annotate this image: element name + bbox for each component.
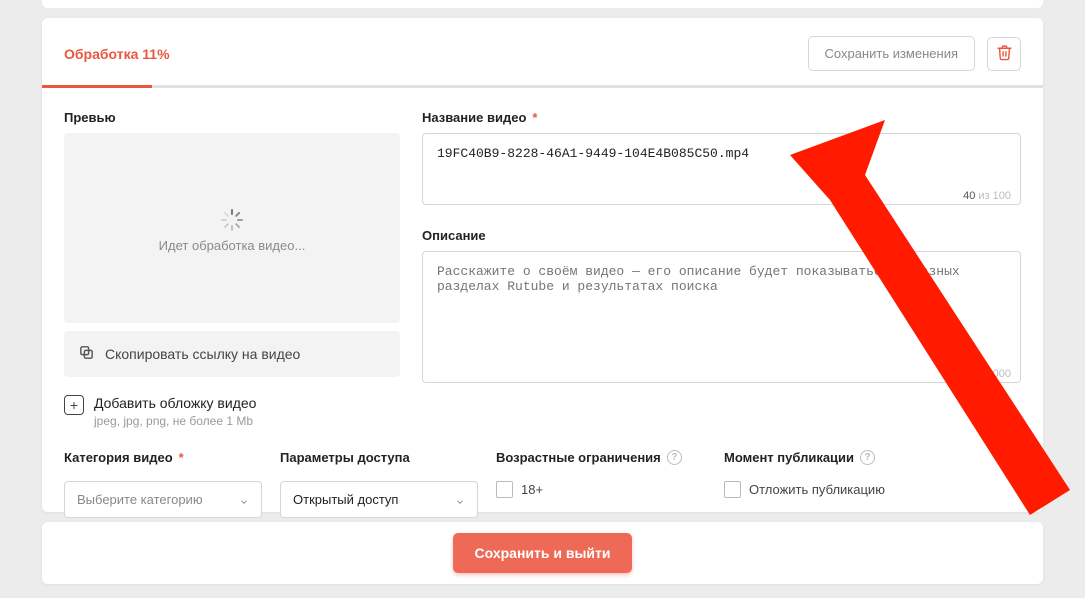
title-count-sep: из — [975, 190, 992, 202]
age-checkbox-row[interactable]: 18+ — [496, 481, 706, 498]
description-input[interactable] — [422, 251, 1021, 383]
copy-link-button[interactable]: Скопировать ссылку на видео — [64, 331, 400, 377]
preview-box: Идет обработка видео... — [64, 133, 400, 323]
category-select[interactable]: Выберите категорию — [64, 481, 262, 518]
desc-count-max: 5000 — [987, 368, 1011, 380]
age-label-text: Возрастные ограничения — [496, 450, 661, 465]
help-icon[interactable]: ? — [667, 450, 682, 465]
title-count-max: 100 — [993, 190, 1011, 202]
publish-label-text: Момент публикации — [724, 450, 854, 465]
content: Превью Идет обработка видео... — [42, 88, 1043, 450]
copy-icon — [78, 344, 95, 364]
access-select[interactable]: Открытый доступ — [280, 481, 478, 518]
category-placeholder: Выберите категорию — [77, 492, 203, 507]
save-changes-button[interactable]: Сохранить изменения — [808, 36, 976, 71]
category-label: Категория видео * — [64, 450, 262, 465]
required-asterisk: * — [532, 110, 537, 125]
plus-icon: + — [64, 395, 84, 415]
header-actions: Сохранить изменения — [808, 36, 1022, 71]
header-row: Обработка 11% Сохранить изменения — [42, 18, 1043, 85]
add-cover-label: Добавить обложку видео — [94, 395, 256, 411]
checkbox-icon — [496, 481, 513, 498]
title-count-current: 40 — [963, 190, 975, 202]
age-block: Возрастные ограничения ? 18+ — [496, 450, 706, 498]
age-label: Возрастные ограничения ? — [496, 450, 706, 465]
access-label: Параметры доступа — [280, 450, 478, 465]
chevron-down-icon — [239, 495, 249, 505]
publish-checkbox-label: Отложить публикацию — [749, 482, 885, 497]
title-counter: 40 из 100 — [963, 190, 1011, 202]
copy-link-label: Скопировать ссылку на видео — [105, 346, 300, 362]
category-label-text: Категория видео — [64, 450, 173, 465]
add-cover-hint: jpeg, jpg, png, не более 1 Mb — [94, 414, 256, 428]
publish-checkbox-row[interactable]: Отложить публикацию — [724, 481, 1021, 498]
title-label: Название видео * — [422, 110, 1021, 125]
desc-field-wrap: 0 из 5000 — [422, 251, 1021, 388]
preview-label: Превью — [64, 110, 400, 125]
access-value: Открытый доступ — [293, 492, 398, 507]
spinner-icon — [221, 204, 243, 226]
age-checkbox-label: 18+ — [521, 482, 543, 497]
save-and-exit-button[interactable]: Сохранить и выйти — [453, 533, 633, 573]
access-block: Параметры доступа Открытый доступ — [280, 450, 478, 518]
add-cover-row[interactable]: + Добавить обложку видео jpeg, jpg, png,… — [64, 395, 400, 428]
title-label-text: Название видео — [422, 110, 526, 125]
publish-label: Момент публикации ? — [724, 450, 1021, 465]
desc-counter: 0 из 5000 — [963, 368, 1011, 380]
footer-card: Сохранить и выйти — [42, 522, 1043, 584]
required-asterisk: * — [179, 450, 184, 465]
chevron-down-icon — [455, 495, 465, 505]
left-column: Превью Идет обработка видео... — [64, 110, 400, 428]
title-input[interactable] — [422, 133, 1021, 205]
card-edge-top — [42, 0, 1043, 8]
main-card: Обработка 11% Сохранить изменения Превью — [42, 18, 1043, 512]
publish-block: Момент публикации ? Отложить публикацию — [724, 450, 1021, 498]
progress-fill — [42, 85, 152, 88]
title-field-wrap: 40 из 100 — [422, 133, 1021, 210]
preview-processing-text: Идет обработка видео... — [159, 238, 306, 253]
progress-label: Обработка 11% — [64, 46, 170, 62]
help-icon[interactable]: ? — [860, 450, 875, 465]
right-column: Название видео * 40 из 100 Описание 0 из … — [422, 110, 1021, 428]
category-block: Категория видео * Выберите категорию — [64, 450, 262, 518]
desc-count-sep: из — [969, 368, 986, 380]
progress-bar — [42, 85, 1043, 88]
delete-button[interactable] — [987, 37, 1021, 71]
trash-icon — [996, 44, 1013, 64]
checkbox-icon — [724, 481, 741, 498]
desc-label: Описание — [422, 228, 1021, 243]
